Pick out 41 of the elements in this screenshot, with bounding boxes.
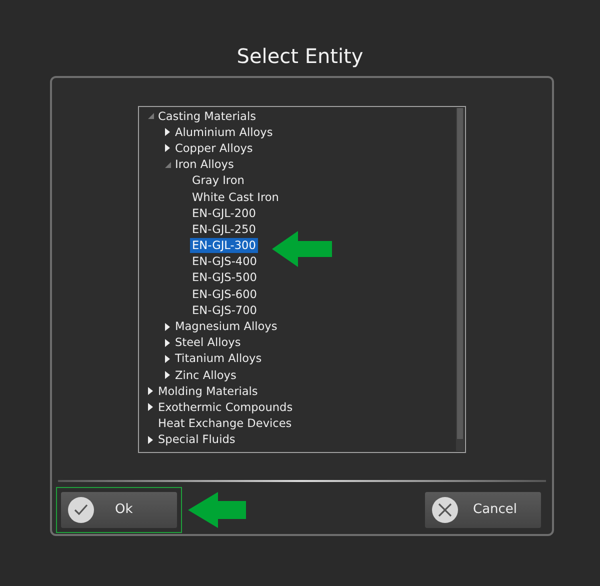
collapsed-icon[interactable] (165, 338, 170, 347)
collapsed-icon[interactable] (165, 128, 170, 136)
tree-item[interactable]: EN-GJS-700 (190, 302, 259, 318)
tree-item[interactable]: Casting Materials (156, 108, 258, 124)
tree-item[interactable]: Exothermic Compounds (156, 400, 295, 415)
scrollbar[interactable] (456, 108, 464, 451)
check-icon (67, 496, 95, 524)
collapsed-icon[interactable] (148, 436, 153, 444)
expanded-icon[interactable] (148, 113, 154, 120)
close-icon (431, 496, 459, 524)
tree-item[interactable]: White Cast Iron (190, 190, 281, 205)
tree-item[interactable]: Special Fluids (156, 432, 238, 448)
tree-item[interactable]: Gray Iron (190, 173, 246, 188)
tree-view[interactable] (138, 106, 466, 453)
tree-item[interactable]: EN-GJS-600 (190, 286, 259, 302)
tree-item[interactable]: Aluminium Alloys (173, 124, 275, 140)
tree-item[interactable]: EN-GJL-250 (190, 222, 258, 237)
tree-item[interactable]: Zinc Alloys (173, 368, 238, 383)
tree-item[interactable]: Magnesium Alloys (173, 319, 280, 334)
tree-item[interactable]: EN-GJL-200 (190, 206, 258, 221)
tree-item[interactable]: EN-GJS-400 (190, 254, 259, 270)
collapsed-icon[interactable] (148, 403, 153, 412)
dialog-title: Select Entity (236, 43, 364, 70)
cancel-button[interactable]: Cancel (425, 492, 541, 528)
collapsed-icon[interactable] (148, 387, 153, 396)
tree-item[interactable]: EN-GJS-500 (190, 270, 259, 286)
collapsed-icon[interactable] (165, 144, 170, 152)
collapsed-icon[interactable] (165, 354, 170, 363)
tree-item[interactable]: Copper Alloys (173, 140, 255, 156)
tree-item[interactable]: Molding Materials (156, 384, 260, 399)
arrow-icon (272, 231, 332, 267)
arrow-icon (188, 492, 246, 528)
collapsed-icon[interactable] (165, 322, 170, 331)
tree-item[interactable]: Iron Alloys (173, 157, 236, 172)
tree-item[interactable]: EN-GJL-300 (190, 238, 258, 254)
tree-item[interactable]: Steel Alloys (173, 335, 243, 350)
expanded-icon[interactable] (164, 162, 170, 168)
ok-button[interactable]: Ok (61, 492, 177, 528)
tree-item[interactable]: Heat Exchange Devices (156, 416, 294, 432)
tree-item[interactable]: Titanium Alloys (173, 351, 264, 366)
collapsed-icon[interactable] (165, 371, 170, 380)
